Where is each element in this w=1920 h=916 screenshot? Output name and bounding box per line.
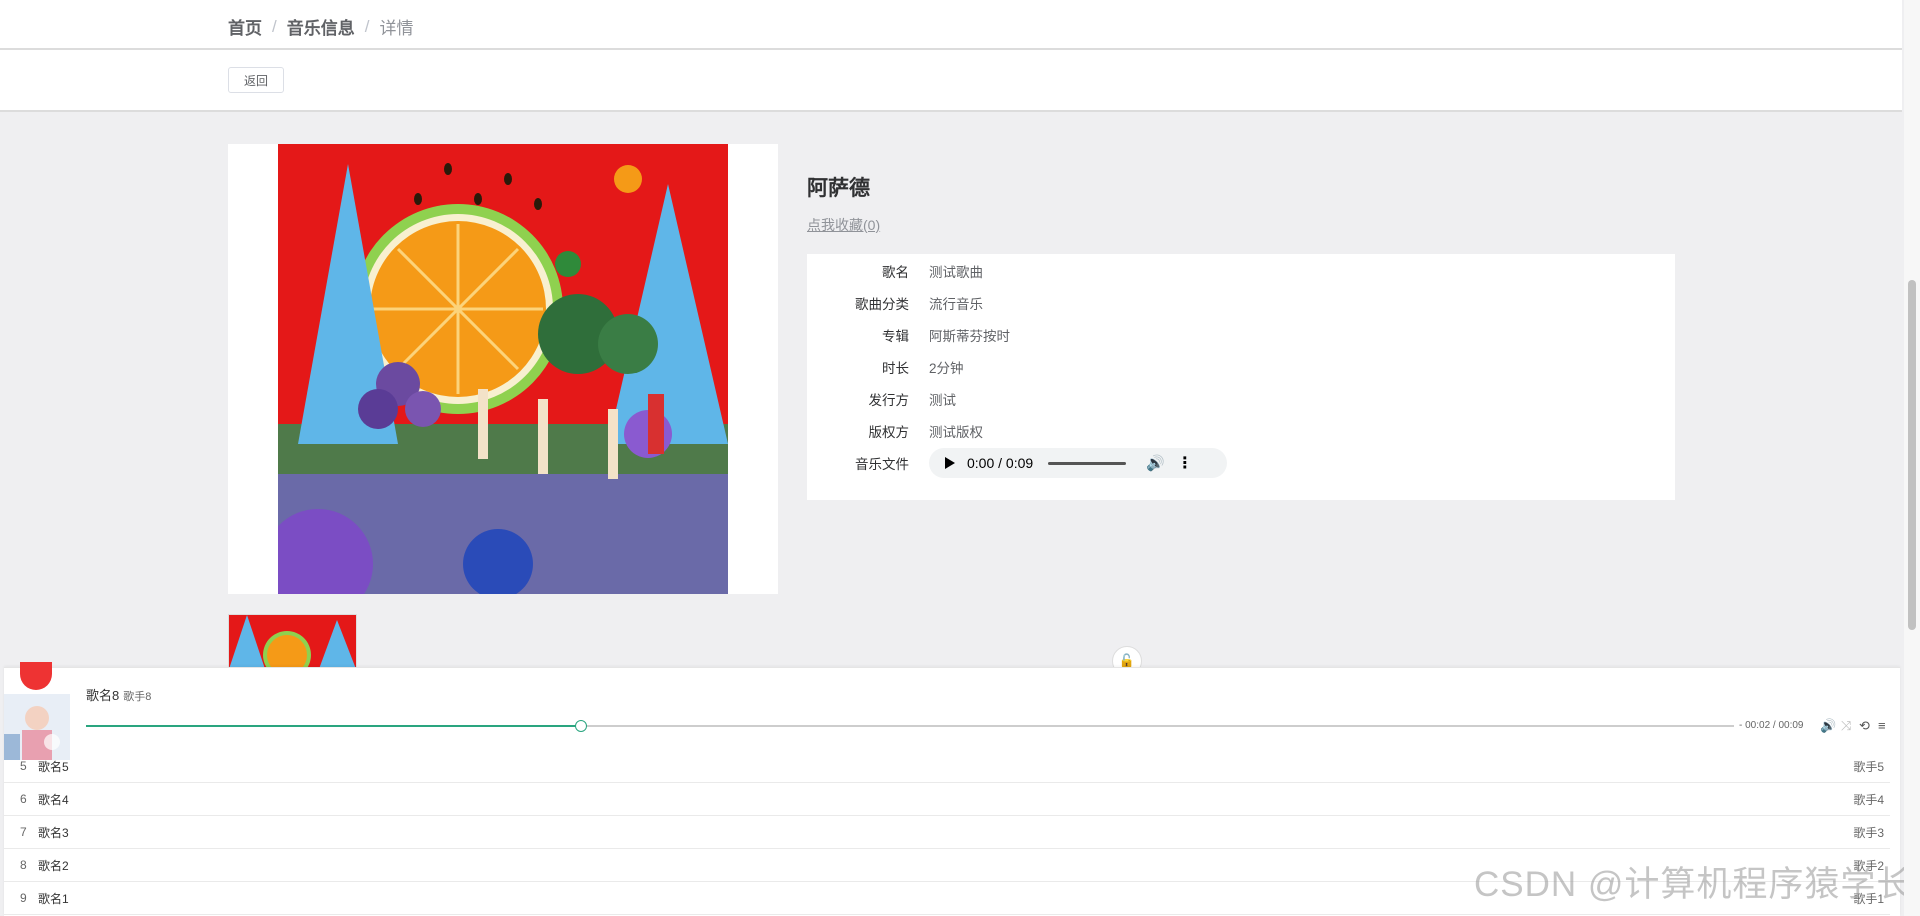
progress-fill [86, 725, 581, 727]
playlist-artist: 歌手5 [1853, 759, 1884, 774]
now-playing-title: 歌名8 [86, 688, 120, 703]
cover-card [228, 144, 778, 594]
detail-value: 测试 [929, 393, 956, 408]
back-button[interactable]: 返回 [228, 67, 284, 93]
top-header: 首页 / 音乐信息 / 详情 [0, 0, 1902, 50]
cover-thumbnail[interactable] [228, 614, 357, 670]
breadcrumb-home[interactable]: 首页 [228, 14, 262, 39]
playlist-item[interactable]: 7 歌名3 歌手3 [4, 816, 1890, 849]
page-scrollbar[interactable] [1904, 0, 1920, 916]
detail-value: 测试版权 [929, 425, 983, 440]
now-playing-info: 歌名8 歌手8 [86, 685, 151, 704]
audio-time: 0:00 / 0:09 [967, 455, 1034, 471]
playlist-item[interactable]: 8 歌名2 歌手2 [4, 849, 1890, 882]
toolbar: 返回 [0, 50, 1902, 112]
album-cover-image [278, 144, 728, 594]
breadcrumb-music-info[interactable]: 音乐信息 [287, 14, 355, 39]
playlist-index: 6 [20, 792, 27, 806]
audio-seek-bar[interactable] [1048, 461, 1127, 465]
playlist-song-name: 歌名4 [38, 792, 69, 807]
detail-row-duration: 时长 2分钟 [807, 351, 964, 383]
breadcrumb-current: 详情 [379, 19, 414, 38]
loop-icon[interactable]: ⟲ [1859, 718, 1870, 734]
detail-value: 流行音乐 [929, 297, 983, 312]
playlist: 5 歌名5 歌手5 6 歌名4 歌手4 7 歌名3 歌手3 8 歌名2 歌手2 … [4, 750, 1890, 915]
playlist-item[interactable]: 5 歌名5 歌手5 [4, 750, 1890, 783]
playlist-song-name: 歌名2 [38, 858, 69, 873]
kebab-icon[interactable]: ⋮ [1177, 453, 1193, 473]
song-detail-card: 歌名 测试歌曲 歌曲分类 流行音乐 专辑 阿斯蒂芬按时 时长 2分钟 发行方 测… [807, 254, 1675, 500]
breadcrumb-separator: / [272, 16, 277, 36]
playlist-item[interactable]: 6 歌名4 歌手4 [4, 783, 1890, 816]
favorite-link[interactable]: 点我收藏(0) [807, 215, 880, 235]
scrollbar-thumb[interactable] [1908, 280, 1916, 630]
volume-icon[interactable]: 🔊 [1820, 718, 1836, 734]
now-playing-artist: 歌手8 [123, 691, 152, 703]
detail-value: 测试歌曲 [929, 265, 983, 280]
detail-row-album: 专辑 阿斯蒂芬按时 [807, 319, 1010, 351]
playlist-artist: 歌手1 [1853, 891, 1884, 906]
player-disc-icon [20, 662, 52, 690]
playlist-index: 9 [20, 891, 27, 905]
audio-player[interactable]: 0:00 / 0:09 🔊 ⋮ [929, 448, 1227, 478]
volume-icon[interactable]: 🔊 [1146, 454, 1165, 472]
detail-row-publisher: 发行方 测试 [807, 383, 957, 415]
song-title: 阿萨德 [807, 177, 870, 200]
playlist-song-name: 歌名5 [38, 759, 69, 774]
breadcrumb-separator: / [364, 16, 370, 36]
playlist-song-name: 歌名1 [38, 891, 69, 906]
detail-value: 阿斯蒂芬按时 [929, 329, 1010, 344]
playlist-artist: 歌手4 [1853, 792, 1884, 807]
detail-label: 时长 [882, 361, 909, 376]
playlist-song-name: 歌名3 [38, 825, 69, 840]
shuffle-icon[interactable]: ⤨ [1841, 718, 1851, 734]
detail-row-copyright: 版权方 测试版权 [807, 415, 984, 447]
progress-bar[interactable] [86, 720, 1734, 732]
playlist-artist: 歌手2 [1853, 858, 1884, 873]
detail-row-category: 歌曲分类 流行音乐 [807, 287, 983, 319]
detail-label: 发行方 [868, 393, 910, 408]
playlist-artist: 歌手3 [1853, 825, 1884, 840]
playlist-index: 8 [20, 858, 27, 872]
playlist-index: 5 [20, 759, 27, 773]
detail-label: 歌曲分类 [855, 297, 909, 312]
play-icon[interactable] [945, 457, 955, 469]
menu-icon[interactable]: ≡ [1878, 718, 1886, 733]
detail-label: 音乐文件 [855, 457, 909, 472]
playlist-item[interactable]: 9 歌名1 歌手1 [4, 882, 1890, 915]
detail-value: 2分钟 [929, 361, 964, 376]
detail-label: 歌名 [882, 265, 909, 280]
detail-label: 专辑 [882, 329, 909, 344]
playlist-index: 7 [20, 825, 27, 839]
breadcrumb: 首页 / 音乐信息 / 详情 [228, 14, 413, 39]
player-time: - 00:02 / 00:09 [1739, 720, 1804, 731]
detail-row-music-file: 音乐文件 0:00 / 0:09 🔊 ⋮ [807, 447, 1227, 479]
detail-row-song-name: 歌名 测试歌曲 [807, 255, 983, 287]
detail-label: 版权方 [868, 425, 910, 440]
progress-handle[interactable] [575, 720, 588, 732]
bottom-music-player: 歌名8 歌手8 - 00:02 / 00:09 🔊 ⤨ ⟲ ≡ 5 歌名5 歌手5… [4, 662, 1900, 916]
